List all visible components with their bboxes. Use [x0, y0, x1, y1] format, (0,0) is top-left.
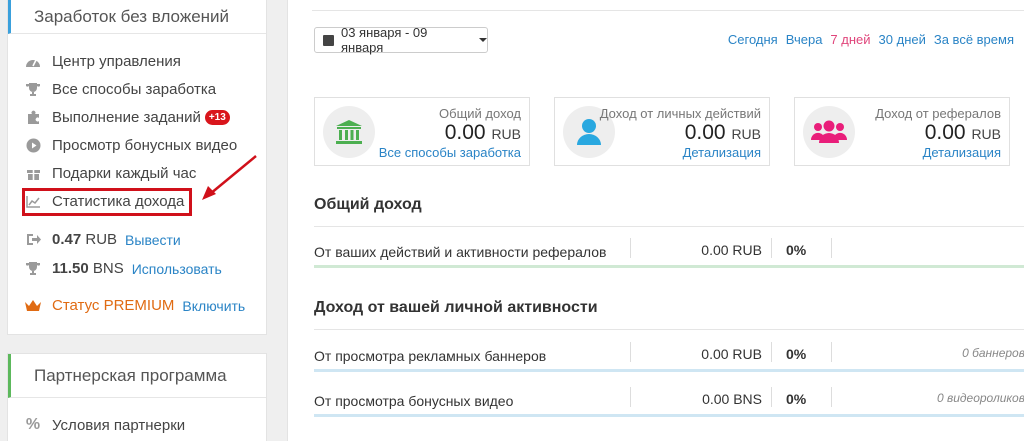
balance-bns: 11.50 BNS Использовать [24, 260, 222, 277]
income-stats-highlight [22, 188, 192, 216]
puzzle-icon [24, 110, 42, 125]
crown-icon [24, 299, 42, 313]
sidebar-item-dashboard[interactable]: Центр управления [24, 53, 181, 70]
date-range-dropdown[interactable]: 03 января - 09 января [314, 25, 488, 55]
card-title: Доход от рефералов [875, 106, 1001, 121]
sidebar-item-all-ways[interactable]: Все способы заработка [24, 81, 216, 98]
trophy-icon [24, 82, 42, 97]
tasks-count-badge: +13 [204, 110, 230, 125]
period-30-days[interactable]: 30 дней [879, 32, 926, 47]
withdraw-link[interactable]: Вывести [125, 232, 181, 248]
trophy-icon [24, 261, 42, 276]
table-row: От просмотра рекламных баннеров 0.00 RUB… [314, 340, 1024, 374]
period-yesterday[interactable]: Вчера [786, 32, 823, 47]
percent-icon: % [25, 416, 41, 433]
personal-income-heading: Доход от вашей личной активности [314, 299, 598, 316]
table-row: От просмотра бонусных видео 0.00 BNS 0% … [314, 385, 1024, 419]
personal-income-card: Доход от личных действий 0.00 RUB Детали… [554, 97, 770, 166]
card-amount: 0.00 RUB [924, 121, 1001, 144]
pointer-arrow-icon [202, 155, 257, 200]
total-income-heading: Общий доход [314, 196, 422, 213]
total-income-card: Общий доход 0.00 RUB Все способы заработ… [314, 97, 530, 166]
card-amount: 0.00 RUB [684, 121, 761, 144]
premium-status: Статус PREMIUM Включить [24, 297, 245, 314]
play-icon [24, 138, 42, 153]
calendar-icon [323, 34, 334, 46]
main-content: 03 января - 09 января Сегодня Вчера 7 дн… [287, 0, 1024, 441]
period-today[interactable]: Сегодня [728, 32, 778, 47]
sidebar-item-gifts[interactable]: Подарки каждый час [24, 165, 196, 182]
table-row: От ваших действий и активности рефералов… [314, 236, 1024, 270]
card-title: Общий доход [439, 106, 521, 121]
progress-bar [314, 369, 1024, 372]
progress-bar [314, 265, 1024, 268]
card-amount: 0.00 RUB [444, 121, 521, 144]
panel-title: Партнерская программа [8, 354, 266, 398]
details-link[interactable]: Детализация [683, 145, 761, 160]
period-all-time[interactable]: За всё время [934, 32, 1014, 47]
gift-icon [24, 166, 42, 181]
balance-rub: 0.47 RUB Вывести [24, 231, 181, 248]
card-title: Доход от личных действий [599, 106, 761, 121]
sidebar-item-partner-terms[interactable]: % Условия партнерки [24, 416, 185, 434]
caret-down-icon [479, 38, 487, 42]
period-7-days[interactable]: 7 дней [830, 32, 870, 47]
enable-premium-link[interactable]: Включить [182, 298, 245, 314]
referral-income-card: Доход от рефералов 0.00 RUB Детализация [794, 97, 1010, 166]
use-bns-link[interactable]: Использовать [132, 261, 222, 277]
details-link[interactable]: Детализация [923, 145, 1001, 160]
users-icon [803, 106, 855, 158]
withdraw-icon [24, 233, 42, 246]
panel-title: Заработок без вложений [8, 0, 266, 34]
progress-bar [314, 414, 1024, 417]
period-links: Сегодня Вчера 7 дней 30 дней За всё врем… [728, 32, 1014, 47]
dashboard-icon [24, 55, 42, 69]
sidebar-item-tasks[interactable]: Выполнение заданий +13 [24, 109, 230, 126]
bank-icon [323, 106, 375, 158]
all-ways-link[interactable]: Все способы заработка [379, 145, 521, 160]
